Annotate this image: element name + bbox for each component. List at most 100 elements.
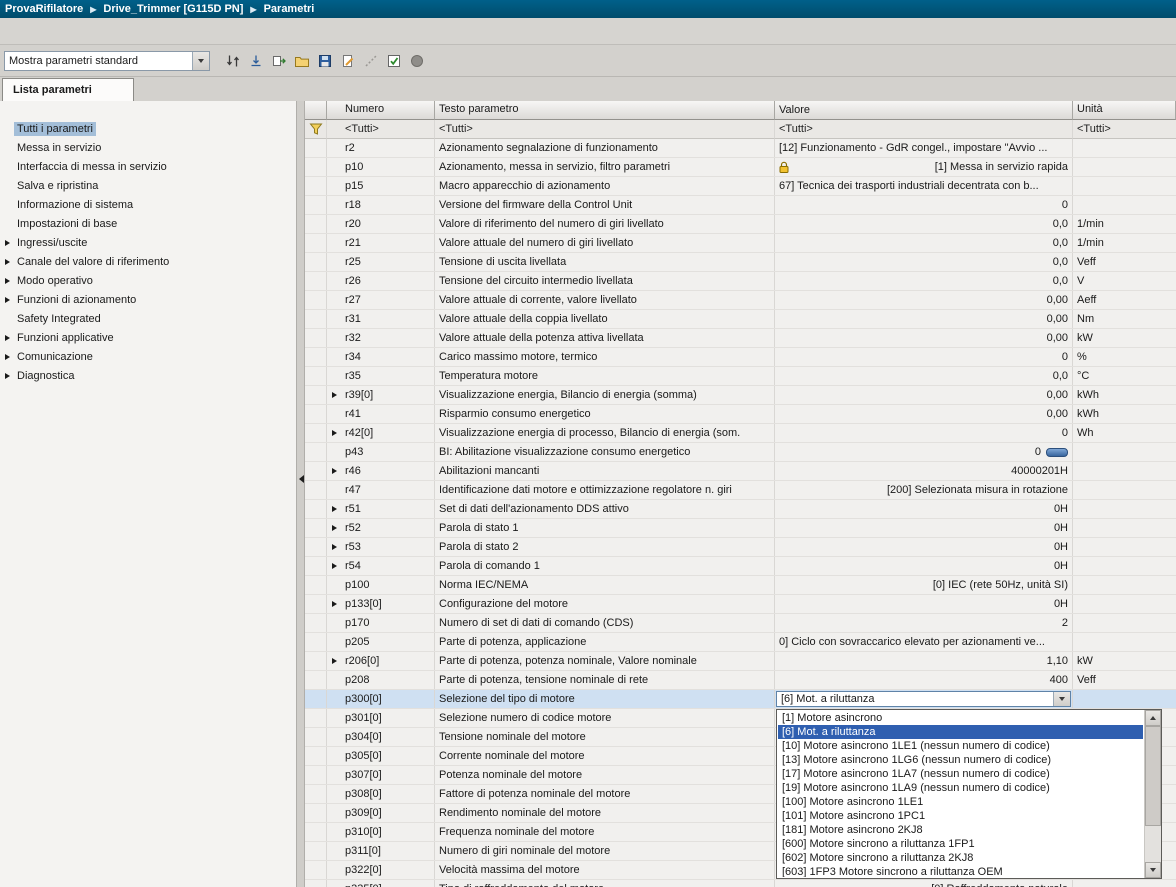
- expand-arrow-icon[interactable]: [332, 544, 337, 550]
- parameter-value-cell[interactable]: 0H: [775, 519, 1073, 537]
- parameter-value-cell[interactable]: 0: [775, 196, 1073, 214]
- parameter-row[interactable]: r20 Valore di riferimento del numero di …: [305, 215, 1176, 234]
- parameter-row[interactable]: r26 Tensione del circuito intermedio liv…: [305, 272, 1176, 291]
- expand-arrow-icon[interactable]: [332, 392, 337, 398]
- parameter-row[interactable]: r32 Valore attuale della potenza attiva …: [305, 329, 1176, 348]
- parameter-row[interactable]: r25 Tensione di uscita livellata 0,0 Vef…: [305, 253, 1176, 272]
- motor-type-combobox[interactable]: [6] Mot. a riluttanza: [776, 691, 1071, 707]
- parameter-row[interactable]: p43 BI: Abilitazione visualizzazione con…: [305, 443, 1176, 462]
- header-numero[interactable]: Numero: [327, 101, 435, 120]
- parameter-value-cell[interactable]: 0,0: [775, 215, 1073, 233]
- sidebar-item[interactable]: Messa in servizio: [0, 139, 296, 158]
- parameter-value-cell[interactable]: 40000201H: [775, 462, 1073, 480]
- dropdown-option[interactable]: [100] Motore asincrono 1LE1: [778, 795, 1143, 809]
- parameter-value-cell[interactable]: 0,0: [775, 272, 1073, 290]
- record-icon[interactable]: [406, 50, 428, 72]
- expand-arrow-icon[interactable]: [5, 373, 10, 379]
- scroll-thumb[interactable]: [1145, 726, 1161, 826]
- parameter-value-cell[interactable]: 2: [775, 614, 1073, 632]
- parameter-row[interactable]: r2 Azionamento segnalazione di funzionam…: [305, 139, 1176, 158]
- expand-arrow-icon[interactable]: [332, 658, 337, 664]
- breadcrumb-item-project[interactable]: ProvaRifilatore: [5, 3, 83, 15]
- chevron-down-icon[interactable]: [192, 52, 209, 70]
- edit-document-icon[interactable]: [337, 50, 359, 72]
- expand-arrow-icon[interactable]: [5, 259, 10, 265]
- sidebar-item[interactable]: Safety Integrated: [0, 310, 296, 329]
- parameter-row[interactable]: p208 Parte di potenza, tensione nominale…: [305, 671, 1176, 690]
- breadcrumb-item-parametri[interactable]: Parametri: [264, 3, 315, 15]
- dropdown-option[interactable]: [10] Motore asincrono 1LE1 (nessun numer…: [778, 739, 1143, 753]
- parameter-row[interactable]: p100 Norma IEC/NEMA [0] IEC (rete 50Hz, …: [305, 576, 1176, 595]
- dropdown-scrollbar[interactable]: [1144, 710, 1161, 878]
- parameter-row[interactable]: r46 Abilitazioni mancanti 40000201H: [305, 462, 1176, 481]
- parameter-value-cell[interactable]: 0,0: [775, 234, 1073, 252]
- parameter-value-cell[interactable]: 0: [775, 443, 1073, 461]
- parameter-value-cell[interactable]: 0,00: [775, 310, 1073, 328]
- parameter-value-cell[interactable]: 67] Tecnica dei trasporti industriali de…: [775, 177, 1073, 195]
- parameter-row[interactable]: r52 Parola di stato 1 0H: [305, 519, 1176, 538]
- pane-splitter[interactable]: [296, 101, 305, 887]
- scroll-down-icon[interactable]: [1145, 862, 1161, 878]
- sidebar-item[interactable]: Interfaccia di messa in servizio: [0, 158, 296, 177]
- dropdown-option[interactable]: [603] 1FP3 Motore sincrono a riluttanza …: [778, 865, 1143, 877]
- collapse-arrow-icon[interactable]: [299, 475, 304, 483]
- parameter-row[interactable]: p170 Numero di set di dati di comando (C…: [305, 614, 1176, 633]
- parameter-value-cell[interactable]: 0: [775, 348, 1073, 366]
- header-valore[interactable]: Valore: [775, 101, 1073, 120]
- breadcrumb-item-device[interactable]: Drive_Trimmer [G115D PN]: [103, 3, 243, 15]
- dropdown-option[interactable]: [602] Motore sincrono a riluttanza 2KJ8: [778, 851, 1143, 865]
- expand-arrow-icon[interactable]: [332, 601, 337, 607]
- parameter-value-cell[interactable]: [0] IEC (rete 50Hz, unità SI): [775, 576, 1073, 594]
- parameter-row[interactable]: r42[0] Visualizzazione energia di proces…: [305, 424, 1176, 443]
- parameter-row[interactable]: p10 Azionamento, messa in servizio, filt…: [305, 158, 1176, 177]
- parameter-value-cell[interactable]: 0H: [775, 500, 1073, 518]
- sidebar-item[interactable]: Funzioni di azionamento: [0, 291, 296, 310]
- expand-arrow-icon[interactable]: [5, 297, 10, 303]
- trace-icon[interactable]: [360, 50, 382, 72]
- parameter-row[interactable]: r34 Carico massimo motore, termico 0 %: [305, 348, 1176, 367]
- expand-arrow-icon[interactable]: [332, 506, 337, 512]
- expand-arrow-icon[interactable]: [332, 525, 337, 531]
- parameter-value-cell[interactable]: 0] Ciclo con sovraccarico elevato per az…: [775, 633, 1073, 651]
- expand-arrow-icon[interactable]: [5, 354, 10, 360]
- parameter-value-cell[interactable]: 1,10: [775, 652, 1073, 670]
- parameter-row[interactable]: r53 Parola di stato 2 0H: [305, 538, 1176, 557]
- header-testo-parametro[interactable]: Testo parametro: [435, 101, 775, 120]
- dropdown-option[interactable]: [17] Motore asincrono 1LA7 (nessun numer…: [778, 767, 1143, 781]
- parameter-row[interactable]: r18 Versione del firmware della Control …: [305, 196, 1176, 215]
- parameter-row[interactable]: r21 Valore attuale del numero di giri li…: [305, 234, 1176, 253]
- parameter-value-cell[interactable]: 0,00: [775, 405, 1073, 423]
- parameter-value-cell[interactable]: 0,00: [775, 291, 1073, 309]
- parameter-value-cell[interactable]: 0,0: [775, 367, 1073, 385]
- accept-icon[interactable]: [383, 50, 405, 72]
- parameter-value-cell[interactable]: [0] Raffreddamento naturale: [775, 880, 1073, 887]
- sidebar-item[interactable]: Modo operativo: [0, 272, 296, 291]
- sidebar-item[interactable]: Diagnostica: [0, 367, 296, 386]
- parameter-row[interactable]: r54 Parola di comando 1 0H: [305, 557, 1176, 576]
- parameter-value-cell[interactable]: [6] Mot. a riluttanza: [775, 690, 1073, 708]
- dropdown-option[interactable]: [1] Motore asincrono: [778, 711, 1143, 725]
- expand-arrow-icon[interactable]: [5, 278, 10, 284]
- tab-lista-parametri[interactable]: Lista parametri: [2, 78, 134, 101]
- dropdown-option[interactable]: [101] Motore asincrono 1PC1: [778, 809, 1143, 823]
- parameter-row[interactable]: r39[0] Visualizzazione energia, Bilancio…: [305, 386, 1176, 405]
- parameter-value-cell[interactable]: 0,00: [775, 386, 1073, 404]
- bico-badge[interactable]: [1046, 448, 1068, 457]
- parameter-value-cell[interactable]: [200] Selezionata misura in rotazione: [775, 481, 1073, 499]
- parameter-value-cell[interactable]: 0H: [775, 595, 1073, 613]
- parameter-value-cell[interactable]: 0H: [775, 538, 1073, 556]
- export-icon[interactable]: [268, 50, 290, 72]
- header-unita[interactable]: Unità: [1073, 101, 1176, 120]
- expand-arrow-icon[interactable]: [332, 563, 337, 569]
- parameter-row[interactable]: r51 Set di dati dell'azionamento DDS att…: [305, 500, 1176, 519]
- dropdown-option[interactable]: [600] Motore sincrono a riluttanza 1FP1: [778, 837, 1143, 851]
- load-values-icon[interactable]: [245, 50, 267, 72]
- parameter-value-cell[interactable]: [1] Messa in servizio rapida: [775, 158, 1073, 176]
- dropdown-option[interactable]: [181] Motore asincrono 2KJ8: [778, 823, 1143, 837]
- expand-arrow-icon[interactable]: [332, 430, 337, 436]
- save-icon[interactable]: [314, 50, 336, 72]
- filter-numero[interactable]: <Tutti>: [327, 120, 435, 139]
- parameter-row[interactable]: p15 Macro apparecchio di azionamento 67]…: [305, 177, 1176, 196]
- parameter-value-cell[interactable]: [12] Funzionamento - GdR congel., impost…: [775, 139, 1073, 157]
- parameter-value-cell[interactable]: 400: [775, 671, 1073, 689]
